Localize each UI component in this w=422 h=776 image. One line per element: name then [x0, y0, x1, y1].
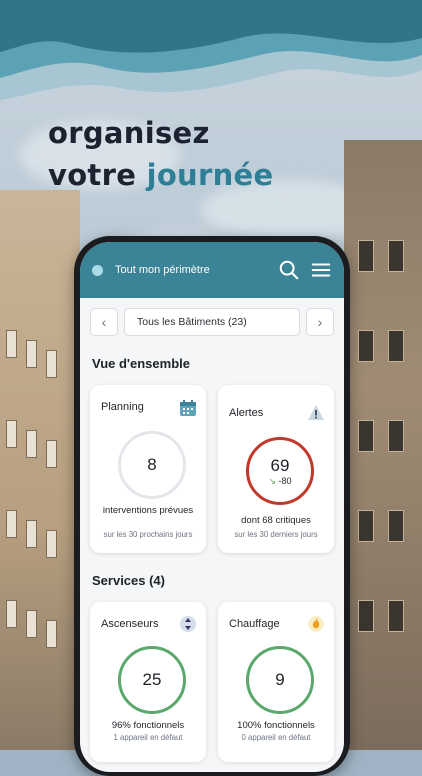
alerts-sub: sur les 30 derniers jours [234, 530, 318, 539]
heating-sub: 0 appareil en défaut [241, 733, 311, 742]
alerts-delta: -80 [278, 475, 292, 486]
calendar-icon [180, 400, 196, 416]
planning-title: Planning [101, 401, 144, 413]
alerts-title: Alertes [229, 407, 264, 419]
alerts-value: 69 [270, 455, 290, 475]
alerts-delta-row: ↘ -80 [268, 476, 291, 487]
wave-decoration [0, 0, 422, 100]
left-building [0, 190, 80, 750]
phone-frame: Tout mon périmètre ‹ Tous les Bâtiments … [74, 236, 350, 776]
elevators-label: 96% fonctionnels [111, 720, 185, 731]
services-cards: Ascenseurs 25 96% fonctionnels 1 apparei… [80, 602, 344, 762]
prev-button[interactable]: ‹ [90, 308, 118, 336]
headline-line1: organisez [48, 116, 210, 150]
menu-icon[interactable] [310, 259, 332, 281]
status-dot [92, 264, 103, 276]
alerts-label: dont 68 critiques [241, 515, 311, 526]
service-title: Ascenseurs [101, 618, 159, 630]
building-filter: ‹ Tous les Bâtiments (23) › [80, 298, 344, 336]
flame-icon [308, 616, 324, 632]
next-button[interactable]: › [306, 308, 334, 336]
app-bar: Tout mon périmètre [80, 242, 344, 298]
services-heading: Services (4) [92, 573, 165, 588]
headline-accent: journée [146, 158, 274, 192]
app-screen: Tout mon périmètre ‹ Tous les Bâtiments … [80, 242, 344, 772]
planning-card[interactable]: Planning 8 interventions prévues sur les… [90, 385, 206, 553]
service-card-elevators[interactable]: Ascenseurs 25 96% fonctionnels 1 apparei… [90, 602, 206, 762]
search-icon[interactable] [278, 259, 300, 281]
scope-title[interactable]: Tout mon périmètre [115, 264, 268, 276]
overview-cards: Planning 8 interventions prévues sur les… [80, 385, 344, 553]
elevators-value: 25 [142, 670, 162, 689]
headline: organisez votre journée [48, 112, 273, 196]
planning-value: 8 [147, 455, 157, 474]
heating-ring: 9 [246, 646, 314, 714]
headline-plain: votre [48, 158, 137, 192]
headline-line2: votre journée [48, 154, 273, 196]
alerts-ring: 69 ↘ -80 [246, 437, 314, 505]
planning-sub: sur les 30 prochains jours [103, 530, 193, 539]
trend-down-icon: ↘ [268, 475, 276, 486]
service-title: Chauffage [229, 618, 280, 630]
building-select[interactable]: Tous les Bâtiments (23) [124, 308, 300, 336]
warning-icon [308, 405, 324, 420]
planning-label: interventions prévues [102, 505, 194, 516]
elevators-ring: 25 [118, 646, 186, 714]
service-card-heating[interactable]: Chauffage 9 100% fonctionnels 0 appareil… [218, 602, 334, 762]
overview-heading: Vue d'ensemble [92, 356, 190, 371]
heating-value: 9 [275, 670, 285, 689]
heating-label: 100% fonctionnels [237, 720, 315, 731]
right-building [344, 140, 422, 750]
alerts-card[interactable]: Alertes 69 ↘ -80 dont 68 critiques sur l… [218, 385, 334, 553]
planning-ring: 8 [118, 431, 186, 499]
elevators-sub: 1 appareil en défaut [113, 733, 183, 742]
elevator-icon [180, 616, 196, 632]
